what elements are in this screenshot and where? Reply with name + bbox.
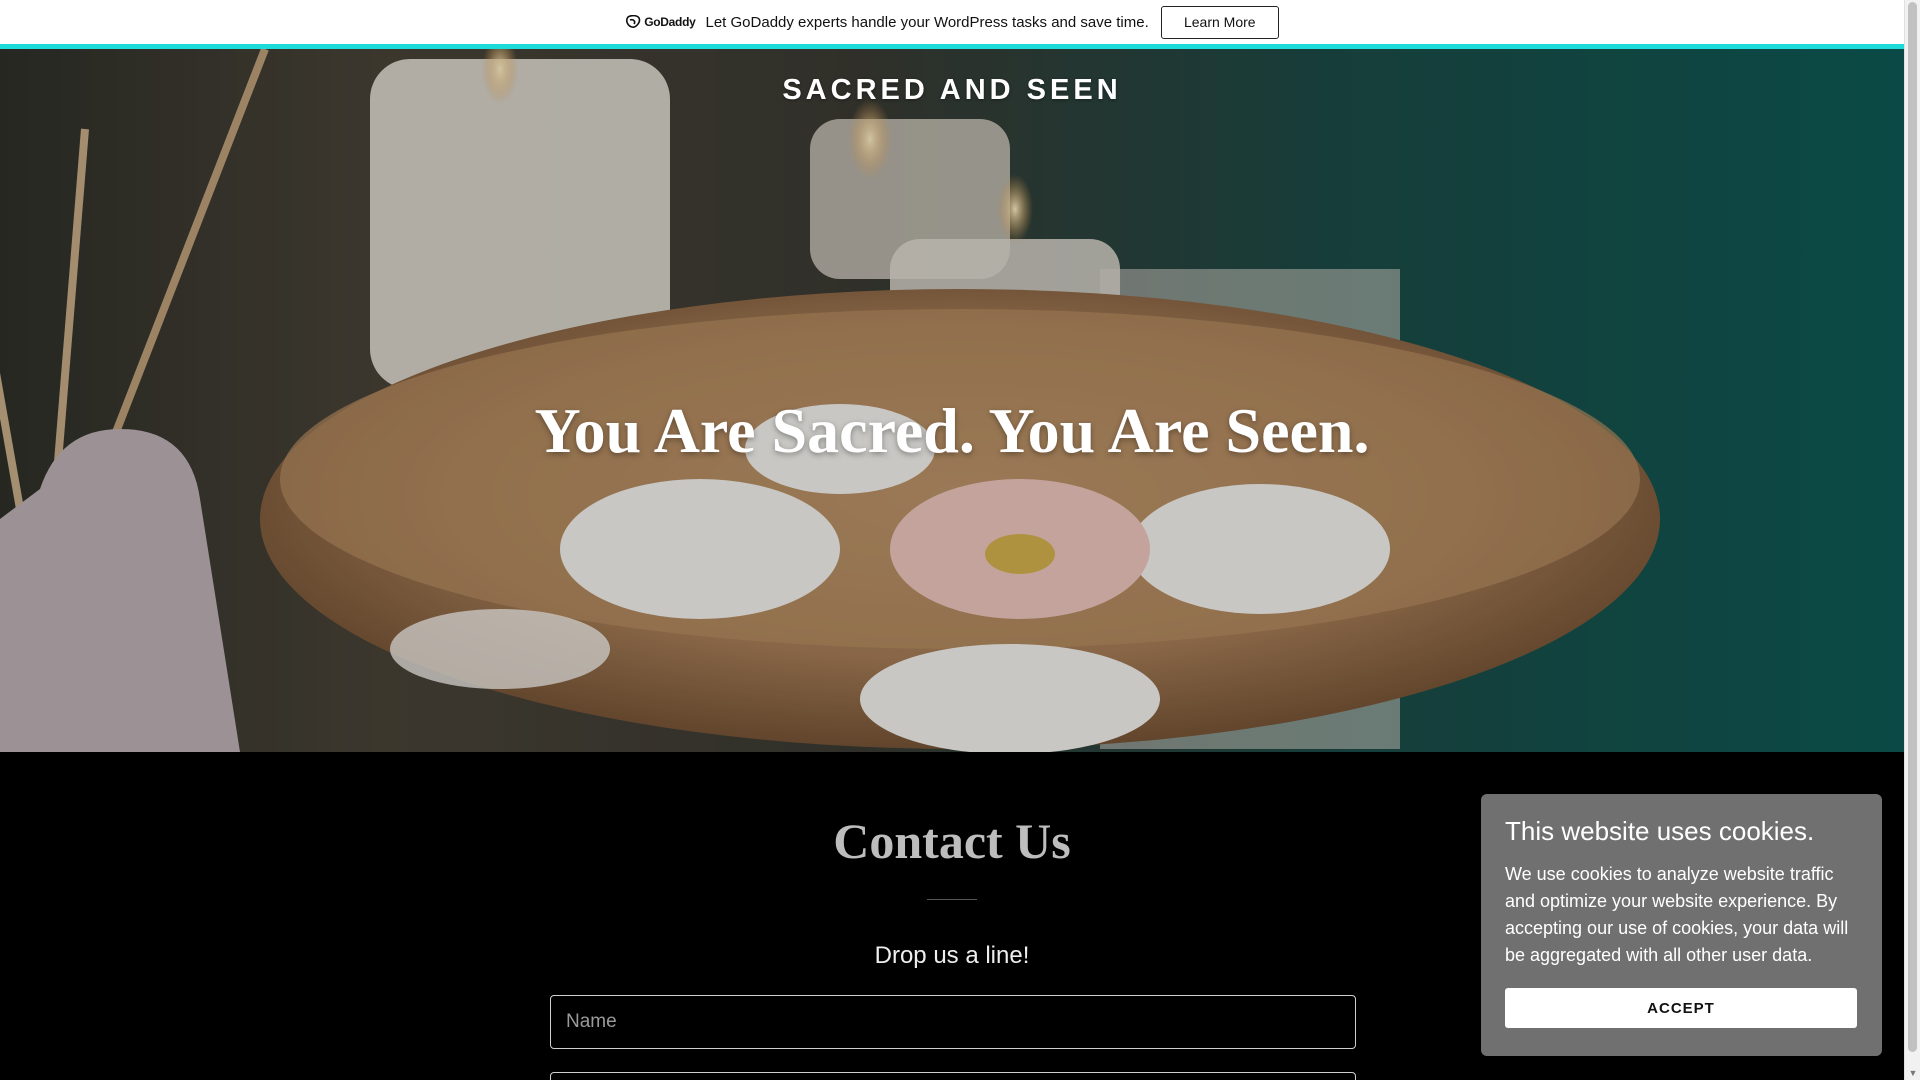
name-input[interactable] [550, 995, 1356, 1049]
email-input[interactable] [550, 1072, 1356, 1080]
promo-bar: GoDaddy Let GoDaddy experts handle your … [0, 0, 1904, 49]
scroll-down-icon[interactable]: ▼ [1905, 1066, 1920, 1080]
section-divider [927, 899, 977, 900]
cookie-text: We use cookies to analyze website traffi… [1505, 864, 1849, 965]
godaddy-logo: GoDaddy [625, 15, 696, 29]
cookie-title: This website uses cookies. [1505, 816, 1815, 846]
cookie-banner: This website uses cookies. We use cookie… [1481, 794, 1882, 1056]
godaddy-icon [626, 15, 641, 28]
scrollbar-thumb[interactable] [1908, 2, 1917, 1052]
learn-more-button[interactable]: Learn More [1160, 5, 1279, 39]
site-title[interactable]: SACRED AND SEEN [0, 74, 1904, 107]
page-scrollbar[interactable]: ▲ ▼ [1904, 0, 1920, 1080]
hero-heading: You Are Sacred. You Are Seen. [534, 395, 1370, 466]
hero-section: SACRED AND SEEN You Are Sacred. You Are … [0, 49, 1904, 752]
godaddy-brand: GoDaddy [644, 15, 696, 29]
accept-cookies-button[interactable]: ACCEPT [1505, 988, 1857, 1028]
promo-message: Let GoDaddy experts handle your WordPres… [705, 13, 1149, 31]
